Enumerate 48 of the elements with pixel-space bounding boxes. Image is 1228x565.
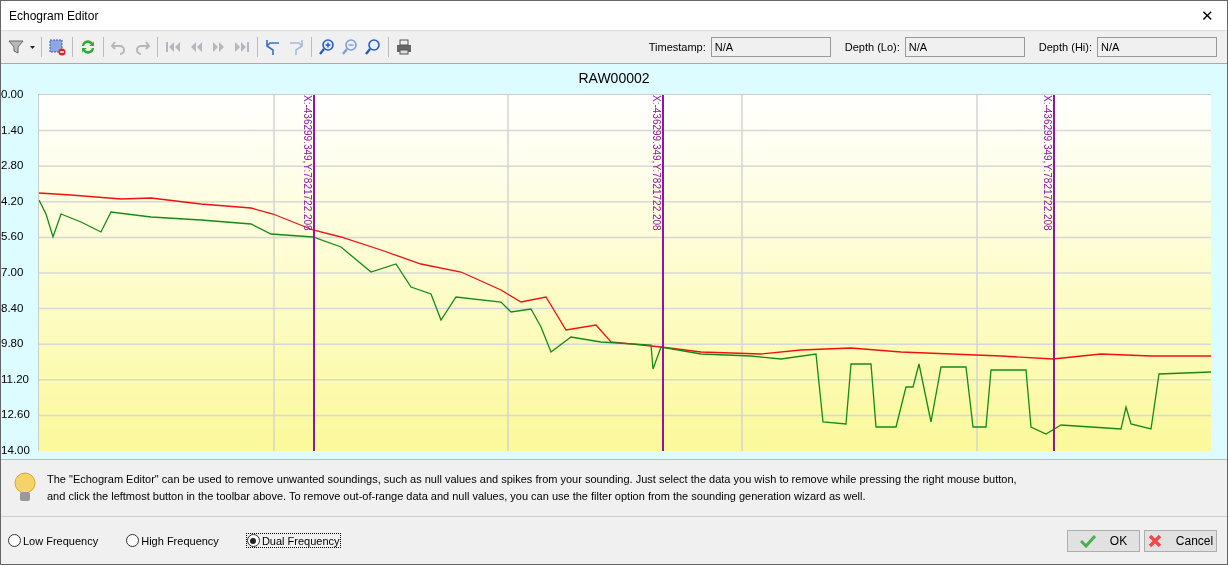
y-axis-label: 7.00 [1,264,25,279]
field-label: Depth (Hi): [1038,41,1092,53]
marker-label: X:-436299.349,Y:7821722.208 [1042,95,1052,231]
y-axis-label: 0.00 [1,87,25,101]
y-axis-label: 12.60 [1,407,31,422]
cross-icon [1147,533,1162,548]
marker-line[interactable] [1053,95,1055,451]
y-axis-label: 8.40 [1,300,25,315]
field-label: Timestamp: [648,41,706,53]
marker-label: X:-436299.349,Y:7821722.208 [651,95,661,231]
field-label: Depth (Lo): [844,41,900,53]
frequency-radio[interactable]: Low Frequency [7,533,100,548]
frequency-radio[interactable]: High Frequency [125,533,220,548]
frequency-radio[interactable]: Dual Frequency [245,533,341,548]
y-axis-label: 4.20 [1,193,25,208]
y-axis-label: 11.20 [1,371,30,386]
y-axis-label: 14.00 [1,442,31,457]
y-axis-label: 2.80 [1,158,25,173]
marker-label: X:-436299.349,Y:7821722.208 [302,95,312,231]
close-button[interactable]: ✕ [1187,1,1227,30]
readout-field[interactable]: N/A [710,37,831,57]
zoom-out-icon [341,38,359,56]
y-axis-label: 5.60 [1,229,25,244]
zoom-icon [364,38,382,56]
selection-delete-button[interactable] [46,36,68,58]
refresh-icon [79,38,97,56]
plot-area[interactable]: X:-436299.349,Y:7821722.208 X:-436299.349,Y:7821722.208 X:-436299.349,Y:7821722.208 [38,94,1211,451]
y-axis-label: 9.80 [1,336,25,351]
branch-left-icon [264,38,282,56]
chart-title: RAW00002 [577,69,651,87]
cancel-button[interactable]: Cancel [1144,529,1217,552]
branch-right-icon [287,38,305,56]
info-text: The "Echogram Editor" can be used to remove unwanted soundings, such as null values and spikes from your sounding. Just select the data you wish to remove while pressing the right mouse button, and click the leftmost button in the toolbar above. To remove out-of-range data and null values, you can use the filter option from the sounding generation wizard as well. [47,472,1018,504]
filter-icon [7,38,25,56]
checkmark-icon [1079,533,1096,548]
lightbulb-icon [13,472,37,504]
marker-line[interactable] [662,95,664,451]
zoom-in-icon [318,38,336,56]
readout-field[interactable]: N/A [904,37,1025,57]
print-icon [395,38,413,56]
selection-delete-icon [48,38,66,56]
readout-field[interactable]: N/A [1097,37,1217,57]
dropdown-caret-button[interactable] [28,43,37,51]
window-title: Echogram Editor [8,8,99,23]
marker-line[interactable] [313,95,315,451]
ok-button[interactable]: OK [1067,529,1140,552]
y-axis-label: 1.40 [1,122,25,137]
dropdown-caret-icon [30,45,35,49]
